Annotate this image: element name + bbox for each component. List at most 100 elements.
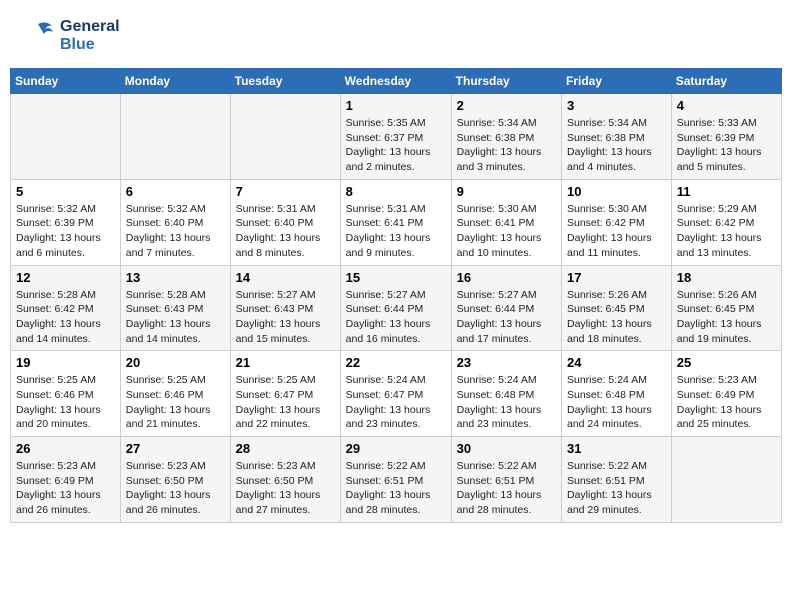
- day-number: 12: [16, 270, 115, 285]
- calendar-cell: 4 Sunrise: 5:33 AMSunset: 6:39 PMDaylight…: [671, 94, 781, 180]
- day-number: 1: [346, 98, 446, 113]
- day-info: Sunrise: 5:32 AMSunset: 6:39 PMDaylight:…: [16, 202, 115, 261]
- day-number: 7: [236, 184, 335, 199]
- col-header-monday: Monday: [120, 69, 230, 94]
- calendar-cell: 30 Sunrise: 5:22 AMSunset: 6:51 PMDayligh…: [451, 437, 561, 523]
- day-info: Sunrise: 5:26 AMSunset: 6:45 PMDaylight:…: [677, 288, 776, 347]
- day-number: 16: [457, 270, 556, 285]
- day-number: 20: [126, 355, 225, 370]
- day-number: 22: [346, 355, 446, 370]
- calendar-cell: 15 Sunrise: 5:27 AMSunset: 6:44 PMDayligh…: [340, 265, 451, 351]
- day-info: Sunrise: 5:22 AMSunset: 6:51 PMDaylight:…: [567, 459, 666, 518]
- day-info: Sunrise: 5:32 AMSunset: 6:40 PMDaylight:…: [126, 202, 225, 261]
- day-info: Sunrise: 5:23 AMSunset: 6:50 PMDaylight:…: [236, 459, 335, 518]
- calendar-cell: 27 Sunrise: 5:23 AMSunset: 6:50 PMDayligh…: [120, 437, 230, 523]
- day-number: 3: [567, 98, 666, 113]
- day-info: Sunrise: 5:29 AMSunset: 6:42 PMDaylight:…: [677, 202, 776, 261]
- calendar-cell: 29 Sunrise: 5:22 AMSunset: 6:51 PMDayligh…: [340, 437, 451, 523]
- logo-text: General Blue: [60, 18, 120, 53]
- day-info: Sunrise: 5:30 AMSunset: 6:41 PMDaylight:…: [457, 202, 556, 261]
- day-info: Sunrise: 5:27 AMSunset: 6:44 PMDaylight:…: [346, 288, 446, 347]
- day-info: Sunrise: 5:27 AMSunset: 6:43 PMDaylight:…: [236, 288, 335, 347]
- calendar-cell: [120, 94, 230, 180]
- day-number: 8: [346, 184, 446, 199]
- day-number: 17: [567, 270, 666, 285]
- day-info: Sunrise: 5:25 AMSunset: 6:46 PMDaylight:…: [16, 373, 115, 432]
- calendar-cell: 19 Sunrise: 5:25 AMSunset: 6:46 PMDayligh…: [11, 351, 121, 437]
- day-number: 5: [16, 184, 115, 199]
- day-number: 6: [126, 184, 225, 199]
- calendar-cell: 26Sunrise: 5:23 AMSunset: 6:49 PMDayligh…: [11, 437, 121, 523]
- day-number: 31: [567, 441, 666, 456]
- day-info: Sunrise: 5:35 AMSunset: 6:37 PMDaylight:…: [346, 116, 446, 175]
- col-header-sunday: Sunday: [11, 69, 121, 94]
- calendar-cell: 20 Sunrise: 5:25 AMSunset: 6:46 PMDayligh…: [120, 351, 230, 437]
- calendar-cell: 16 Sunrise: 5:27 AMSunset: 6:44 PMDayligh…: [451, 265, 561, 351]
- day-number: 30: [457, 441, 556, 456]
- day-info: Sunrise: 5:22 AMSunset: 6:51 PMDaylight:…: [457, 459, 556, 518]
- day-info: Sunrise: 5:27 AMSunset: 6:44 PMDaylight:…: [457, 288, 556, 347]
- day-info: Sunrise: 5:24 AMSunset: 6:47 PMDaylight:…: [346, 373, 446, 432]
- day-info: Sunrise: 5:33 AMSunset: 6:39 PMDaylight:…: [677, 116, 776, 175]
- day-number: 27: [126, 441, 225, 456]
- day-number: 19: [16, 355, 115, 370]
- calendar-table: SundayMondayTuesdayWednesdayThursdayFrid…: [10, 68, 782, 523]
- calendar-cell: 2 Sunrise: 5:34 AMSunset: 6:38 PMDaylight…: [451, 94, 561, 180]
- day-info: Sunrise: 5:23 AMSunset: 6:50 PMDaylight:…: [126, 459, 225, 518]
- day-number: 29: [346, 441, 446, 456]
- calendar-cell: 8 Sunrise: 5:31 AMSunset: 6:41 PMDaylight…: [340, 179, 451, 265]
- col-header-wednesday: Wednesday: [340, 69, 451, 94]
- day-number: 13: [126, 270, 225, 285]
- calendar-cell: 10Sunrise: 5:30 AMSunset: 6:42 PMDayligh…: [562, 179, 672, 265]
- calendar-cell: [230, 94, 340, 180]
- day-info: Sunrise: 5:34 AMSunset: 6:38 PMDaylight:…: [457, 116, 556, 175]
- day-info: Sunrise: 5:23 AMSunset: 6:49 PMDaylight:…: [677, 373, 776, 432]
- col-header-saturday: Saturday: [671, 69, 781, 94]
- day-number: 4: [677, 98, 776, 113]
- page-header: General Blue: [10, 10, 782, 60]
- calendar-cell: 17 Sunrise: 5:26 AMSunset: 6:45 PMDayligh…: [562, 265, 672, 351]
- logo: General Blue: [20, 18, 120, 54]
- calendar-cell: 23Sunrise: 5:24 AMSunset: 6:48 PMDayligh…: [451, 351, 561, 437]
- calendar-cell: [671, 437, 781, 523]
- day-info: Sunrise: 5:24 AMSunset: 6:48 PMDaylight:…: [567, 373, 666, 432]
- day-info: Sunrise: 5:31 AMSunset: 6:41 PMDaylight:…: [346, 202, 446, 261]
- day-info: Sunrise: 5:31 AMSunset: 6:40 PMDaylight:…: [236, 202, 335, 261]
- calendar-cell: 25 Sunrise: 5:23 AMSunset: 6:49 PMDayligh…: [671, 351, 781, 437]
- day-number: 28: [236, 441, 335, 456]
- calendar-cell: 24 Sunrise: 5:24 AMSunset: 6:48 PMDayligh…: [562, 351, 672, 437]
- calendar-cell: 13 Sunrise: 5:28 AMSunset: 6:43 PMDayligh…: [120, 265, 230, 351]
- calendar-cell: 28 Sunrise: 5:23 AMSunset: 6:50 PMDayligh…: [230, 437, 340, 523]
- day-number: 23: [457, 355, 556, 370]
- day-number: 15: [346, 270, 446, 285]
- day-info: Sunrise: 5:34 AMSunset: 6:38 PMDaylight:…: [567, 116, 666, 175]
- day-info: Sunrise: 5:23 AMSunset: 6:49 PMDaylight:…: [16, 459, 115, 518]
- logo-icon: [20, 18, 56, 54]
- day-info: Sunrise: 5:28 AMSunset: 6:42 PMDaylight:…: [16, 288, 115, 347]
- calendar-cell: 12 Sunrise: 5:28 AMSunset: 6:42 PMDayligh…: [11, 265, 121, 351]
- day-number: 14: [236, 270, 335, 285]
- calendar-cell: 31 Sunrise: 5:22 AMSunset: 6:51 PMDayligh…: [562, 437, 672, 523]
- day-number: 18: [677, 270, 776, 285]
- day-number: 25: [677, 355, 776, 370]
- day-number: 10: [567, 184, 666, 199]
- col-header-friday: Friday: [562, 69, 672, 94]
- day-info: Sunrise: 5:28 AMSunset: 6:43 PMDaylight:…: [126, 288, 225, 347]
- calendar-cell: 22 Sunrise: 5:24 AMSunset: 6:47 PMDayligh…: [340, 351, 451, 437]
- day-number: 24: [567, 355, 666, 370]
- day-info: Sunrise: 5:25 AMSunset: 6:46 PMDaylight:…: [126, 373, 225, 432]
- calendar-cell: 21Sunrise: 5:25 AMSunset: 6:47 PMDayligh…: [230, 351, 340, 437]
- day-number: 2: [457, 98, 556, 113]
- calendar-cell: 14 Sunrise: 5:27 AMSunset: 6:43 PMDayligh…: [230, 265, 340, 351]
- day-number: 9: [457, 184, 556, 199]
- col-header-thursday: Thursday: [451, 69, 561, 94]
- day-info: Sunrise: 5:26 AMSunset: 6:45 PMDaylight:…: [567, 288, 666, 347]
- calendar-cell: 5 Sunrise: 5:32 AMSunset: 6:39 PMDaylight…: [11, 179, 121, 265]
- calendar-cell: 18 Sunrise: 5:26 AMSunset: 6:45 PMDayligh…: [671, 265, 781, 351]
- calendar-cell: 1 Sunrise: 5:35 AMSunset: 6:37 PMDaylight…: [340, 94, 451, 180]
- day-info: Sunrise: 5:25 AMSunset: 6:47 PMDaylight:…: [236, 373, 335, 432]
- calendar-cell: 3 Sunrise: 5:34 AMSunset: 6:38 PMDaylight…: [562, 94, 672, 180]
- day-number: 11: [677, 184, 776, 199]
- calendar-cell: 7 Sunrise: 5:31 AMSunset: 6:40 PMDaylight…: [230, 179, 340, 265]
- day-info: Sunrise: 5:22 AMSunset: 6:51 PMDaylight:…: [346, 459, 446, 518]
